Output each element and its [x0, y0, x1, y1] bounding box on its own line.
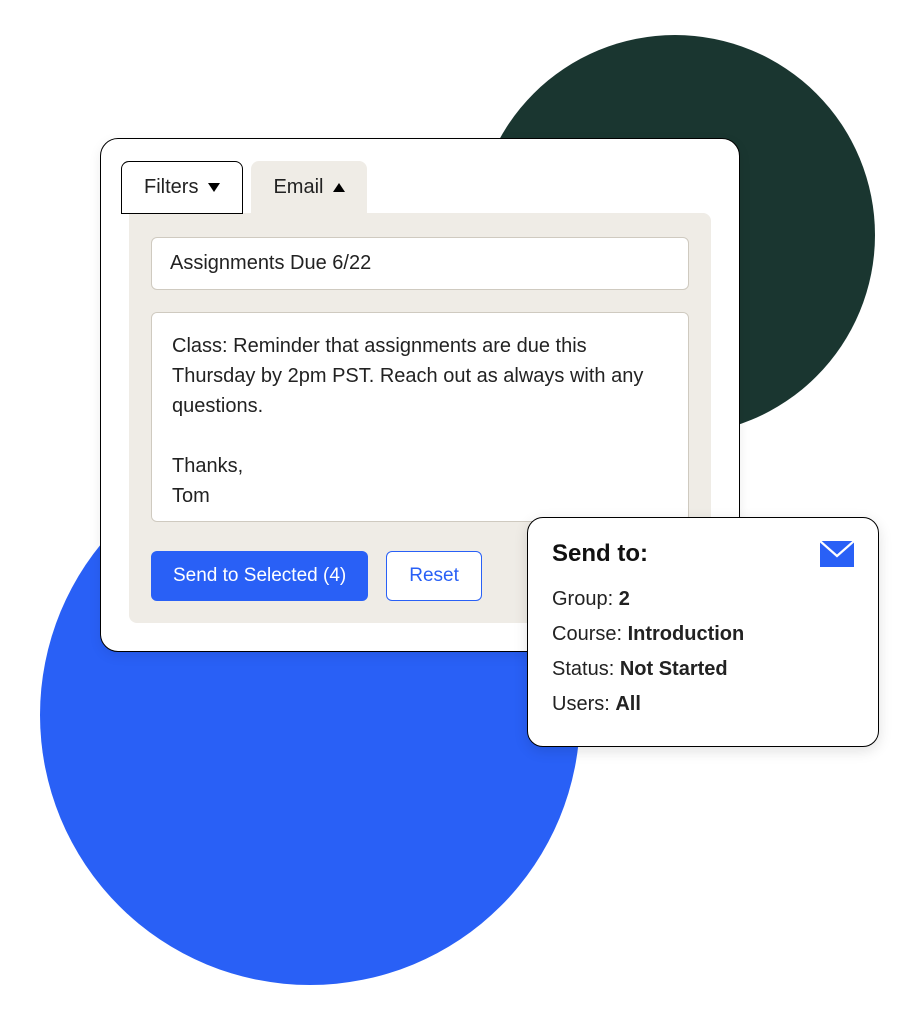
users-label: Users: [552, 693, 615, 715]
chevron-up-icon [333, 183, 345, 192]
tab-row: Filters Email [121, 161, 711, 214]
status-label: Status: [552, 658, 620, 680]
mail-icon [820, 541, 854, 567]
send-to-title: Send to: [552, 540, 648, 568]
tab-email-label: Email [273, 176, 323, 199]
group-value: 2 [619, 588, 630, 610]
course-label: Course: [552, 623, 628, 645]
group-label: Group: [552, 588, 619, 610]
popover-header: Send to: [552, 540, 854, 568]
email-subject-input[interactable] [151, 237, 689, 290]
tab-filters-label: Filters [144, 176, 198, 199]
send-to-selected-button[interactable]: Send to Selected (4) [151, 551, 368, 601]
send-to-users-row: Users: All [552, 687, 854, 722]
chevron-down-icon [208, 183, 220, 192]
send-to-popover: Send to: Group: 2 Course: Introduction S… [527, 517, 879, 747]
send-to-status-row: Status: Not Started [552, 652, 854, 687]
tab-filters[interactable]: Filters [121, 161, 243, 214]
users-value: All [615, 693, 641, 715]
send-to-course-row: Course: Introduction [552, 617, 854, 652]
course-value: Introduction [628, 623, 745, 645]
send-to-group-row: Group: 2 [552, 582, 854, 617]
email-body-textarea[interactable]: Class: Reminder that assignments are due… [151, 312, 689, 522]
tab-email[interactable]: Email [251, 161, 367, 214]
status-value: Not Started [620, 658, 728, 680]
reset-button[interactable]: Reset [386, 551, 482, 601]
